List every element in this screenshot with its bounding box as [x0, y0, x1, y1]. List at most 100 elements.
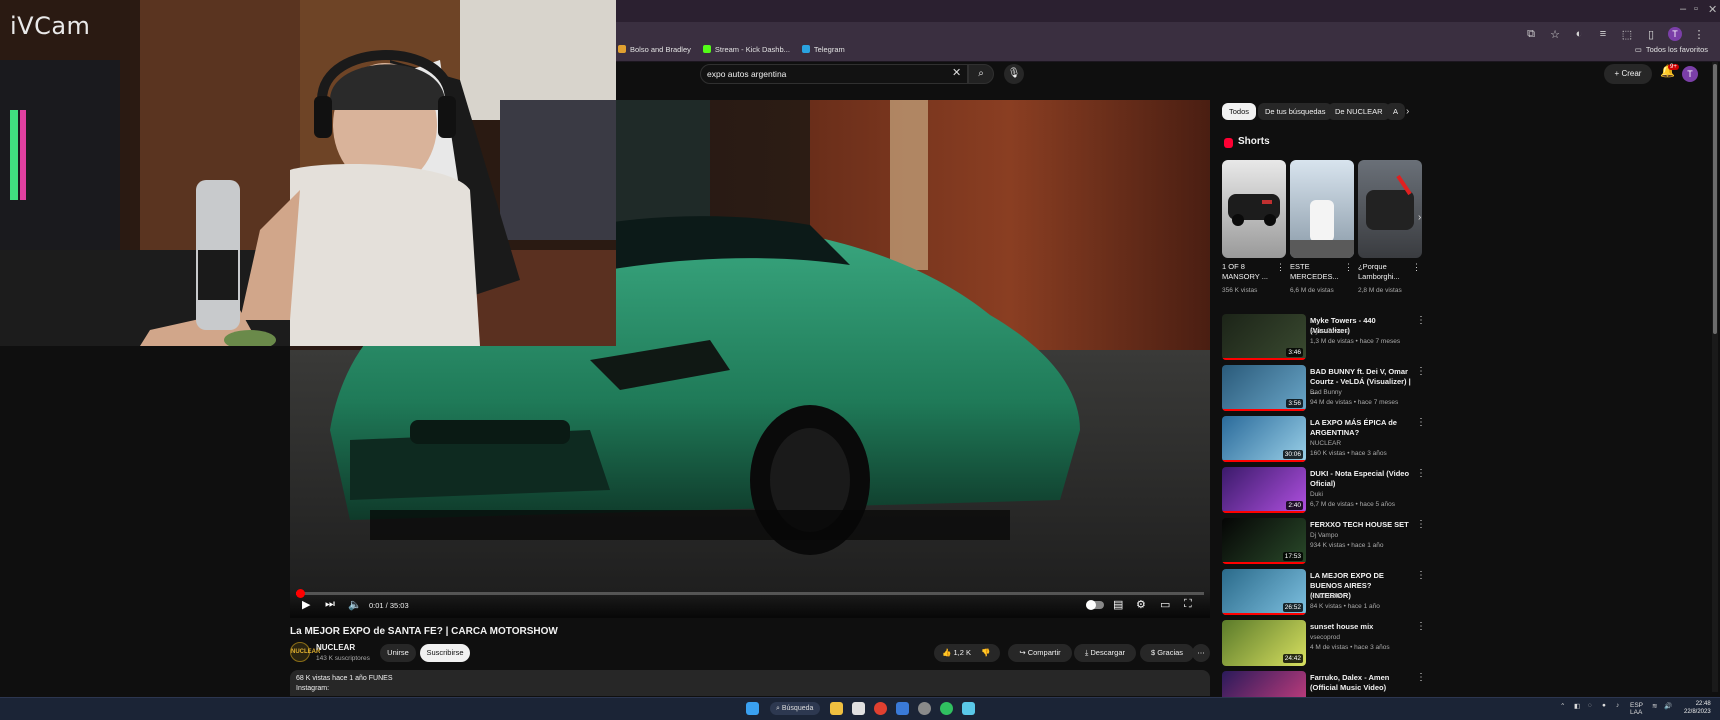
- app-icon[interactable]: [962, 702, 975, 715]
- create-button[interactable]: + Crear: [1604, 64, 1652, 84]
- thumbs-up-icon[interactable]: 👍: [942, 648, 951, 657]
- profile-avatar[interactable]: T: [1668, 27, 1682, 41]
- clear-search-icon[interactable]: ✕: [952, 66, 961, 79]
- video-thumbnail[interactable]: 24:42: [1222, 620, 1306, 666]
- theater-mode-icon[interactable]: ▭: [1160, 598, 1170, 611]
- chip-from-searches[interactable]: De tus búsquedas: [1258, 103, 1333, 120]
- tray-app-icon[interactable]: ♪: [1616, 702, 1619, 709]
- taskbar-search[interactable]: ⌕ Búsqueda: [770, 702, 820, 715]
- close-window-icon[interactable]: ✕: [1708, 3, 1717, 16]
- like-count[interactable]: 1,2 K: [953, 648, 971, 657]
- tray-app-icon[interactable]: ◌: [1588, 702, 1592, 709]
- tray-chevron-icon[interactable]: ⌃: [1560, 702, 1565, 710]
- video-thumbnail[interactable]: 30:06: [1222, 416, 1306, 462]
- video-more-icon[interactable]: ⋮: [1416, 315, 1426, 326]
- video-title-link[interactable]: sunset house mix: [1310, 622, 1412, 632]
- short-more-icon[interactable]: ⋮: [1412, 262, 1421, 273]
- channel-avatar[interactable]: NUCLEAR: [290, 642, 320, 662]
- subtitles-icon[interactable]: ▤: [1113, 598, 1123, 611]
- whatsapp-icon[interactable]: [940, 702, 953, 715]
- taskbar-clock[interactable]: 22:48 22/8/2023: [1684, 700, 1711, 716]
- shorts-next-icon[interactable]: ›: [1418, 212, 1421, 223]
- autoplay-toggle[interactable]: [1086, 600, 1104, 610]
- bookmark-item[interactable]: Stream - Kick Dashb...: [702, 45, 790, 54]
- video-title-link[interactable]: Farruko, Dalex - Amen (Official Music Vi…: [1310, 673, 1412, 693]
- video-channel[interactable]: Myke Towers: [1310, 328, 1348, 335]
- video-channel[interactable]: NUCLEAR: [1310, 440, 1341, 447]
- video-title-link[interactable]: LA EXPO MÁS ÉPICA de ARGENTINA?: [1310, 418, 1412, 438]
- video-more-icon[interactable]: ⋮: [1416, 366, 1426, 377]
- scrollbar-thumb[interactable]: [1713, 64, 1717, 334]
- fullscreen-icon[interactable]: ⛶: [1184, 598, 1192, 611]
- video-channel[interactable]: Bad Bunny: [1310, 389, 1342, 396]
- speaker-icon[interactable]: 🔊: [1664, 702, 1672, 710]
- video-more-icon[interactable]: ⋮: [1416, 468, 1426, 479]
- short-thumbnail[interactable]: [1290, 160, 1354, 258]
- video-thumbnail[interactable]: 2:40: [1222, 467, 1306, 513]
- short-title[interactable]: ESTE MERCEDES...: [1290, 262, 1352, 282]
- maximize-icon[interactable]: ▫: [1694, 3, 1698, 15]
- video-more-icon[interactable]: ⋮: [1416, 417, 1426, 428]
- channel-name[interactable]: NUCLEAR: [316, 643, 355, 652]
- chip-all[interactable]: Todos: [1222, 103, 1257, 120]
- sidepanel-icon[interactable]: ▯: [1644, 28, 1658, 41]
- video-more-icon[interactable]: ⋮: [1416, 621, 1426, 632]
- video-more-icon[interactable]: ⋮: [1416, 519, 1426, 530]
- minimize-icon[interactable]: –: [1680, 3, 1686, 15]
- more-actions-icon[interactable]: ⋯: [1192, 644, 1210, 662]
- join-button[interactable]: Unirse: [380, 644, 416, 662]
- video-title-link[interactable]: DUKI - Nota Especial (Video Oficial): [1310, 469, 1412, 489]
- video-thumbnail[interactable]: 26:52: [1222, 569, 1306, 615]
- progress-bar[interactable]: [296, 589, 1204, 598]
- app-icon[interactable]: [918, 702, 931, 715]
- bookmark-item[interactable]: Telegram: [801, 45, 845, 54]
- download-button[interactable]: ⤓ Descargar: [1074, 644, 1136, 662]
- next-icon[interactable]: ⏭: [325, 598, 335, 611]
- short-more-icon[interactable]: ⋮: [1276, 262, 1285, 273]
- tray-app-icon[interactable]: ◧: [1574, 702, 1580, 710]
- file-explorer-icon[interactable]: [830, 702, 843, 715]
- account-avatar[interactable]: T: [1682, 66, 1698, 82]
- puzzle-extensions-icon[interactable]: ⬚: [1620, 28, 1634, 41]
- chips-next-icon[interactable]: ›: [1406, 106, 1409, 117]
- share-button[interactable]: ↪ Compartir: [1008, 644, 1072, 662]
- video-channel[interactable]: Duki: [1310, 491, 1323, 498]
- short-thumbnail[interactable]: [1222, 160, 1286, 258]
- short-more-icon[interactable]: ⋮: [1344, 262, 1353, 273]
- video-title-link[interactable]: FERXXO TECH HOUSE SET: [1310, 520, 1412, 530]
- tray-app-icon[interactable]: ●: [1602, 702, 1606, 709]
- wifi-icon[interactable]: ≋: [1652, 702, 1657, 710]
- settings-gear-icon[interactable]: ⚙: [1136, 598, 1146, 611]
- app-icon[interactable]: [852, 702, 865, 715]
- description-box[interactable]: [290, 670, 1210, 696]
- all-bookmarks-button[interactable]: ▭ Todos los favoritos: [1635, 40, 1708, 58]
- video-channel[interactable]: NUCLEAR: [1310, 593, 1341, 600]
- install-app-icon[interactable]: ⧉: [1524, 28, 1538, 41]
- short-title[interactable]: 1 OF 8 MANSORY ...: [1222, 262, 1284, 282]
- scrubber-handle[interactable]: [296, 589, 305, 598]
- video-thumbnail[interactable]: 17:53: [1222, 518, 1306, 564]
- star-bookmark-icon[interactable]: ☆: [1548, 28, 1562, 41]
- extension-icon[interactable]: ◐: [1572, 28, 1586, 40]
- chrome-icon[interactable]: [874, 702, 887, 715]
- play-icon[interactable]: ▶: [302, 598, 310, 611]
- start-windows-icon[interactable]: [746, 702, 759, 715]
- subscribe-button[interactable]: Suscribirse: [420, 644, 470, 662]
- video-channel[interactable]: vsecoprod: [1310, 634, 1340, 641]
- video-more-icon[interactable]: ⋮: [1416, 672, 1426, 683]
- chip-from-channel[interactable]: De NUCLEAR: [1328, 103, 1390, 120]
- short-thumbnail[interactable]: [1358, 160, 1422, 258]
- video-thumbnail[interactable]: 3:56: [1222, 365, 1306, 411]
- menu-extension-icon[interactable]: ≡: [1596, 28, 1610, 40]
- video-more-icon[interactable]: ⋮: [1416, 570, 1426, 581]
- thanks-button[interactable]: $ Gracias: [1140, 644, 1194, 662]
- thumbs-down-icon[interactable]: 👎: [981, 648, 990, 657]
- voice-search-button[interactable]: 🎙: [1004, 64, 1024, 84]
- video-channel[interactable]: Dj Vampo: [1310, 532, 1338, 539]
- app-icon[interactable]: [896, 702, 909, 715]
- search-button[interactable]: ⌕: [968, 64, 994, 84]
- browser-menu-icon[interactable]: ⋮: [1692, 28, 1706, 41]
- short-title[interactable]: ¿Porque Lamborghi...: [1358, 262, 1420, 282]
- volume-icon[interactable]: 🔈: [348, 598, 362, 611]
- chip-related[interactable]: A: [1386, 103, 1406, 120]
